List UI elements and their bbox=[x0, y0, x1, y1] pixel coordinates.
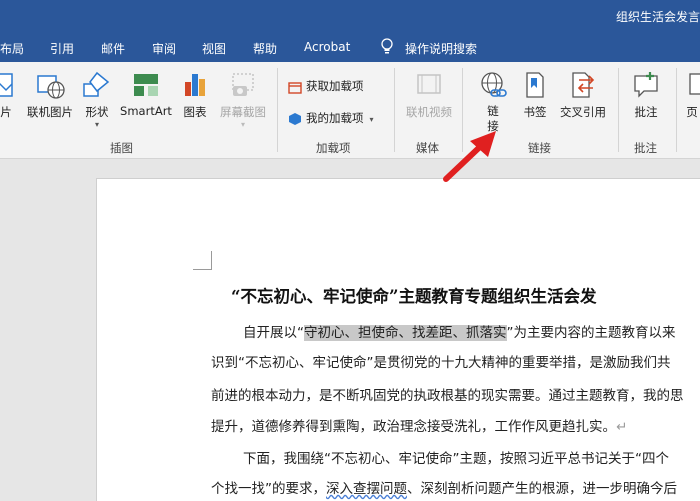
addin-cube-icon bbox=[289, 112, 301, 125]
paragraph-line[interactable]: 前进的根本动力，是不断巩固党的执政根基的现实需要。通过主题教育，我的思 bbox=[211, 384, 684, 404]
chevron-down-icon: ▾ bbox=[240, 120, 245, 129]
tell-me-search[interactable]: 操作说明搜索 bbox=[405, 40, 477, 57]
group-separator bbox=[394, 68, 395, 152]
document-title: 组织生活会发言 bbox=[615, 10, 700, 24]
group-separator bbox=[676, 68, 677, 152]
document-heading[interactable]: “不忘初心、牢记使命”主题教育专题组织生活会发 bbox=[231, 283, 596, 307]
store-icon bbox=[288, 81, 302, 94]
bar-chart-icon bbox=[185, 74, 205, 96]
group-label-comments: 批注 bbox=[634, 141, 657, 155]
paragraph-line[interactable]: 自开展以“守初心、担使命、找差距、抓落实”为主要内容的主题教育以来 bbox=[243, 321, 676, 341]
film-icon bbox=[417, 74, 441, 94]
page-header-icon bbox=[689, 73, 700, 95]
online-pictures-label: 联机图片 bbox=[27, 105, 73, 119]
header-button[interactable]: 页 bbox=[684, 70, 700, 120]
text-run: 提升，道德修养得到熏陶，政治理念接受洗礼，工作作风更趋扎实。 bbox=[211, 419, 616, 435]
get-addins-label: 获取加载项 bbox=[306, 79, 364, 93]
link-globe-icon bbox=[481, 72, 507, 97]
group-label-media: 媒体 bbox=[416, 141, 439, 155]
cross-reference-icon bbox=[572, 72, 595, 98]
paragraph-line[interactable]: 提升，道德修养得到熏陶，政治理念接受洗礼，工作作风更趋扎实。↵ bbox=[211, 415, 627, 435]
margin-corner-mark bbox=[193, 251, 212, 270]
header-label: 页 bbox=[686, 105, 698, 119]
shapes-button[interactable]: 形状 ▾ bbox=[80, 70, 114, 129]
tab-help[interactable]: 帮助 bbox=[253, 40, 277, 57]
tab-view[interactable]: 视图 bbox=[202, 40, 226, 57]
picture-icon bbox=[0, 73, 13, 97]
my-addins-button[interactable]: 我的加载项 ▾ bbox=[288, 110, 374, 126]
chevron-down-icon: ▾ bbox=[94, 120, 99, 129]
group-label-illustrations: 插图 bbox=[110, 141, 133, 155]
group-label-links: 链接 bbox=[528, 141, 551, 155]
tab-mailings[interactable]: 邮件 bbox=[101, 40, 125, 57]
shapes-icon bbox=[83, 71, 110, 97]
screenshot-label: 屏幕截图 bbox=[220, 105, 266, 119]
screenshot-icon bbox=[232, 73, 254, 96]
comment-label: 批注 bbox=[634, 105, 658, 119]
paragraph-line[interactable]: 个找一找”的要求，深入查摆问题、深刻剖析问题产生的根源，进一步明确今后 bbox=[211, 477, 677, 497]
my-addins-label: 我的加载项 bbox=[306, 111, 364, 125]
group-separator bbox=[277, 68, 278, 152]
ribbon-insert: 片 联机图片 形状 ▾ SmartArt 图表 屏幕截图 ▾ 插图 获取加载项 … bbox=[0, 62, 700, 159]
tab-layout[interactable]: 布局 bbox=[0, 40, 24, 57]
online-pictures-button[interactable]: 联机图片 bbox=[24, 70, 76, 120]
group-separator bbox=[618, 68, 619, 152]
chart-label: 图表 bbox=[183, 105, 207, 119]
bookmark-icon bbox=[526, 72, 544, 98]
title-bar: 组织生活会发言 bbox=[0, 0, 700, 32]
ribbon-tabs: 布局 引用 邮件 审阅 视图 帮助 Acrobat 操作说明搜索 bbox=[0, 32, 700, 62]
cross-reference-label: 交叉引用 bbox=[560, 105, 606, 119]
tab-references[interactable]: 引用 bbox=[50, 40, 74, 57]
screenshot-button[interactable]: 屏幕截图 ▾ bbox=[216, 70, 270, 129]
text-run: ”为主要内容的主题教育以来 bbox=[506, 325, 676, 341]
group-label-addins: 加载项 bbox=[316, 141, 351, 155]
pictures-label: 片 bbox=[0, 105, 12, 119]
document-page[interactable]: “不忘初心、牢记使命”主题教育专题组织生活会发 自开展以“守初心、担使命、找差距… bbox=[96, 178, 700, 501]
grammar-flagged-text: 深入查摆问题 bbox=[326, 481, 407, 497]
paragraph-line[interactable]: 下面，我围绕“不忘初心、牢记使命”主题，按照习近平总书记关于“四个 bbox=[243, 447, 669, 467]
bookmark-label: 书签 bbox=[523, 105, 547, 119]
text-run: 个找一找”的要求， bbox=[211, 481, 326, 497]
paragraph-mark-icon: ↵ bbox=[616, 419, 628, 435]
selected-text: 守初心、担使命、找差距、抓落实 bbox=[304, 325, 507, 341]
online-picture-icon bbox=[37, 75, 65, 99]
smartart-label: SmartArt bbox=[120, 104, 172, 118]
chevron-down-icon: ▾ bbox=[369, 115, 374, 124]
chart-button[interactable]: 图表 bbox=[178, 70, 212, 120]
new-comment-button[interactable]: 批注 bbox=[628, 70, 664, 120]
text-run: 、深刻剖析问题产生的根源，进一步明确今后 bbox=[407, 481, 677, 497]
pictures-button[interactable]: 片 bbox=[0, 70, 16, 120]
paragraph-line[interactable]: 识到“不忘初心、牢记使命”是贯彻党的十九大精神的重要举措，是激励我们共 bbox=[211, 351, 671, 371]
smartart-icon bbox=[134, 74, 158, 96]
tab-acrobat[interactable]: Acrobat bbox=[304, 40, 350, 54]
cross-reference-button[interactable]: 交叉引用 bbox=[556, 70, 610, 120]
link-label-line1: 链 bbox=[487, 104, 499, 118]
get-addins-button[interactable]: 获取加载项 bbox=[288, 78, 364, 94]
comment-icon bbox=[634, 72, 658, 98]
lightbulb-icon bbox=[381, 38, 393, 54]
text-run: 自开展以“ bbox=[243, 325, 304, 341]
online-video-button[interactable]: 联机视频 bbox=[402, 70, 456, 120]
smartart-button[interactable]: SmartArt bbox=[118, 70, 174, 118]
tab-review[interactable]: 审阅 bbox=[152, 40, 176, 57]
bookmark-button[interactable]: 书签 bbox=[518, 70, 552, 120]
online-video-label: 联机视频 bbox=[406, 105, 452, 119]
shapes-label: 形状 bbox=[85, 105, 109, 119]
red-arrow-icon bbox=[443, 131, 496, 182]
